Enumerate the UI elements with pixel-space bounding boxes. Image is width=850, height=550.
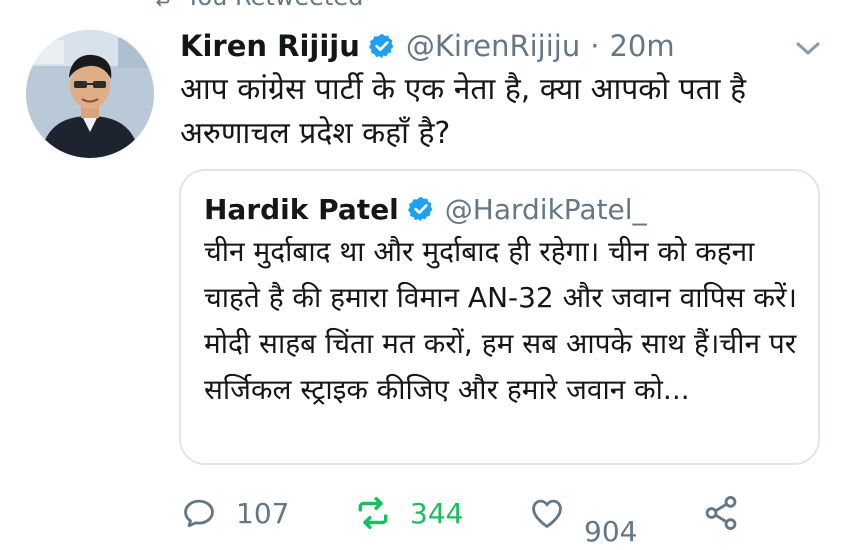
avatar[interactable] [26,30,154,158]
quoted-tweet-card[interactable]: Hardik Patel @HardikPatel_ चीन मुर्दाबाद… [179,169,820,465]
reply-button[interactable]: 107 [180,488,289,538]
chevron-down-icon[interactable] [793,36,823,60]
tweet-header: Kiren Rijiju @KirenRijiju · 20m [180,26,675,66]
heart-icon [532,499,562,528]
share-icon [705,496,737,530]
verified-badge-icon [407,196,433,222]
tweet: You Retweeted Kiren Rijiju @KirenRijiju … [0,0,850,550]
quoted-author-handle: @HardikPatel_ [444,192,647,226]
retweet-context-icon [156,0,170,7]
like-button[interactable]: 904 [528,488,637,548]
quoted-tweet-header: Hardik Patel @HardikPatel_ [204,189,647,229]
avatar-image [26,30,154,158]
quoted-tweet-text: चीन मुर्दाबाद था और मुर्दाबाद ही रहेगा। … [204,235,798,406]
author-name[interactable]: Kiren Rijiju [180,29,360,63]
reply-count: 107 [236,496,290,530]
like-count: 904 [584,514,638,548]
tweet-actions: 107 344 904 [180,488,750,548]
quoted-author-name: Hardik Patel [204,192,399,226]
verified-badge-icon [368,33,394,59]
retweet-icon [358,497,388,529]
author-handle[interactable]: @KirenRijiju [406,29,580,63]
tweet-timestamp[interactable]: 20m [609,29,674,63]
retweet-count: 344 [410,496,464,530]
retweet-context: You Retweeted [150,0,363,12]
share-button[interactable] [702,488,740,538]
tweet-text: आप कांग्रेस पार्टी के एक नेता है, क्या आ… [180,72,746,151]
retweet-button[interactable]: 344 [354,488,463,538]
reply-icon [184,499,214,528]
separator-dot: · [590,29,600,63]
retweet-context-label: You Retweeted [186,0,363,11]
